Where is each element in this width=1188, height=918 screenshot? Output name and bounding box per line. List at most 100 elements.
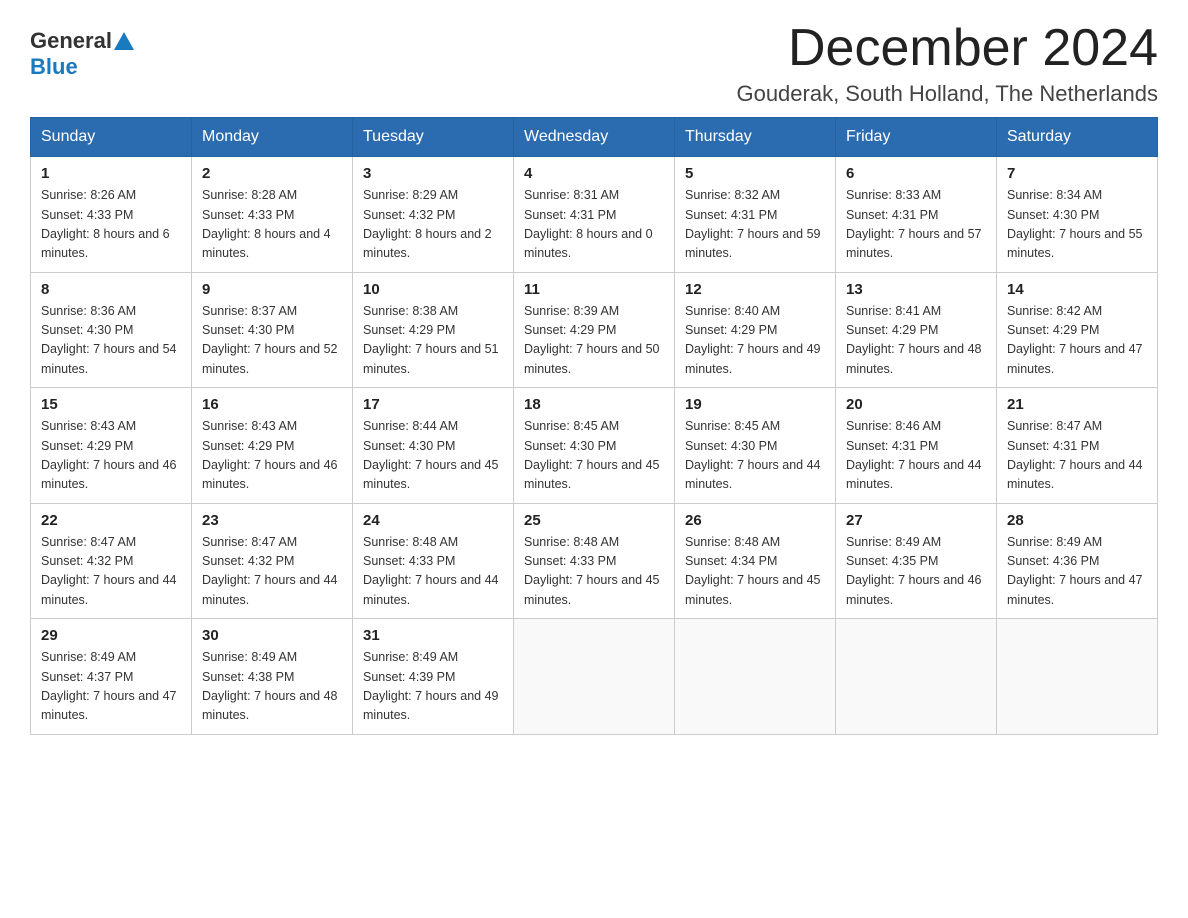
day-number: 16 [202, 396, 342, 413]
day-info: Sunrise: 8:43 AMSunset: 4:29 PMDaylight:… [202, 417, 342, 495]
week-row-1: 1 Sunrise: 8:26 AMSunset: 4:33 PMDaylight… [31, 157, 1158, 273]
title-area: December 2024 Gouderak, South Holland, T… [736, 20, 1158, 107]
calendar-cell: 19 Sunrise: 8:45 AMSunset: 4:30 PMDayligh… [675, 388, 836, 504]
calendar-cell: 28 Sunrise: 8:49 AMSunset: 4:36 PMDayligh… [997, 503, 1158, 619]
calendar-cell: 9 Sunrise: 8:37 AMSunset: 4:30 PMDaylight… [192, 272, 353, 388]
calendar-cell [997, 619, 1158, 735]
calendar-cell: 8Sunrise: 8:36 AMSunset: 4:30 PMDaylight… [31, 272, 192, 388]
day-info: Sunrise: 8:49 AMSunset: 4:38 PMDaylight:… [202, 648, 342, 726]
day-number: 13 [846, 281, 986, 298]
day-number: 7 [1007, 165, 1147, 182]
week-row-5: 29 Sunrise: 8:49 AMSunset: 4:37 PMDayligh… [31, 619, 1158, 735]
calendar-cell: 3 Sunrise: 8:29 AMSunset: 4:32 PMDaylight… [353, 157, 514, 273]
day-info: Sunrise: 8:34 AMSunset: 4:30 PMDaylight:… [1007, 186, 1147, 264]
day-info: Sunrise: 8:47 AMSunset: 4:31 PMDaylight:… [1007, 417, 1147, 495]
day-number: 18 [524, 396, 664, 413]
day-number: 2 [202, 165, 342, 182]
week-row-4: 22 Sunrise: 8:47 AMSunset: 4:32 PMDayligh… [31, 503, 1158, 619]
day-header-saturday: Saturday [997, 118, 1158, 157]
month-year-title: December 2024 [736, 20, 1158, 77]
day-number: 3 [363, 165, 503, 182]
day-number: 1 [41, 165, 181, 182]
day-info: Sunrise: 8:41 AMSunset: 4:29 PMDaylight:… [846, 302, 986, 380]
day-info: Sunrise: 8:29 AMSunset: 4:32 PMDaylight:… [363, 186, 503, 264]
calendar-cell: 14 Sunrise: 8:42 AMSunset: 4:29 PMDayligh… [997, 272, 1158, 388]
day-number: 22 [41, 512, 181, 529]
calendar-cell: 6 Sunrise: 8:33 AMSunset: 4:31 PMDaylight… [836, 157, 997, 273]
day-info: Sunrise: 8:49 AMSunset: 4:37 PMDaylight:… [41, 648, 181, 726]
calendar-cell: 23 Sunrise: 8:47 AMSunset: 4:32 PMDayligh… [192, 503, 353, 619]
day-info: Sunrise: 8:48 AMSunset: 4:34 PMDaylight:… [685, 533, 825, 611]
day-info: Sunrise: 8:31 AMSunset: 4:31 PMDaylight:… [524, 186, 664, 264]
day-info: Sunrise: 8:40 AMSunset: 4:29 PMDaylight:… [685, 302, 825, 380]
day-info: Sunrise: 8:37 AMSunset: 4:30 PMDaylight:… [202, 302, 342, 380]
day-header-monday: Monday [192, 118, 353, 157]
day-info: Sunrise: 8:33 AMSunset: 4:31 PMDaylight:… [846, 186, 986, 264]
day-info: Sunrise: 8:36 AMSunset: 4:30 PMDaylight:… [41, 302, 181, 380]
week-row-3: 15 Sunrise: 8:43 AMSunset: 4:29 PMDayligh… [31, 388, 1158, 504]
day-number: 12 [685, 281, 825, 298]
day-info: Sunrise: 8:32 AMSunset: 4:31 PMDaylight:… [685, 186, 825, 264]
day-number: 26 [685, 512, 825, 529]
calendar-cell: 16 Sunrise: 8:43 AMSunset: 4:29 PMDayligh… [192, 388, 353, 504]
calendar-cell: 25 Sunrise: 8:48 AMSunset: 4:33 PMDayligh… [514, 503, 675, 619]
calendar-cell: 7 Sunrise: 8:34 AMSunset: 4:30 PMDaylight… [997, 157, 1158, 273]
day-info: Sunrise: 8:26 AMSunset: 4:33 PMDaylight:… [41, 186, 181, 264]
days-header-row: SundayMondayTuesdayWednesdayThursdayFrid… [31, 118, 1158, 157]
day-info: Sunrise: 8:49 AMSunset: 4:36 PMDaylight:… [1007, 533, 1147, 611]
calendar-cell: 10Sunrise: 8:38 AMSunset: 4:29 PMDayligh… [353, 272, 514, 388]
day-info: Sunrise: 8:47 AMSunset: 4:32 PMDaylight:… [41, 533, 181, 611]
day-number: 29 [41, 627, 181, 644]
day-number: 9 [202, 281, 342, 298]
day-number: 5 [685, 165, 825, 182]
day-info: Sunrise: 8:48 AMSunset: 4:33 PMDaylight:… [524, 533, 664, 611]
day-number: 10 [363, 281, 503, 298]
calendar-cell: 26 Sunrise: 8:48 AMSunset: 4:34 PMDayligh… [675, 503, 836, 619]
day-number: 14 [1007, 281, 1147, 298]
logo: General Blue [30, 20, 136, 80]
calendar-cell: 11Sunrise: 8:39 AMSunset: 4:29 PMDayligh… [514, 272, 675, 388]
calendar-cell: 30 Sunrise: 8:49 AMSunset: 4:38 PMDayligh… [192, 619, 353, 735]
calendar-table: SundayMondayTuesdayWednesdayThursdayFrid… [30, 117, 1158, 735]
calendar-cell: 29 Sunrise: 8:49 AMSunset: 4:37 PMDayligh… [31, 619, 192, 735]
calendar-cell: 20Sunrise: 8:46 AMSunset: 4:31 PMDayligh… [836, 388, 997, 504]
day-info: Sunrise: 8:42 AMSunset: 4:29 PMDaylight:… [1007, 302, 1147, 380]
calendar-cell [836, 619, 997, 735]
day-header-thursday: Thursday [675, 118, 836, 157]
calendar-cell: 21 Sunrise: 8:47 AMSunset: 4:31 PMDayligh… [997, 388, 1158, 504]
day-info: Sunrise: 8:45 AMSunset: 4:30 PMDaylight:… [524, 417, 664, 495]
day-number: 20 [846, 396, 986, 413]
day-header-tuesday: Tuesday [353, 118, 514, 157]
calendar-cell: 31 Sunrise: 8:49 AMSunset: 4:39 PMDayligh… [353, 619, 514, 735]
day-number: 6 [846, 165, 986, 182]
calendar-cell: 22 Sunrise: 8:47 AMSunset: 4:32 PMDayligh… [31, 503, 192, 619]
day-header-sunday: Sunday [31, 118, 192, 157]
calendar-cell: 13 Sunrise: 8:41 AMSunset: 4:29 PMDayligh… [836, 272, 997, 388]
day-info: Sunrise: 8:47 AMSunset: 4:32 PMDaylight:… [202, 533, 342, 611]
day-number: 31 [363, 627, 503, 644]
day-number: 25 [524, 512, 664, 529]
day-info: Sunrise: 8:49 AMSunset: 4:39 PMDaylight:… [363, 648, 503, 726]
logo-blue-text: Blue [30, 54, 78, 80]
day-number: 30 [202, 627, 342, 644]
day-number: 15 [41, 396, 181, 413]
calendar-cell: 17Sunrise: 8:44 AMSunset: 4:30 PMDayligh… [353, 388, 514, 504]
calendar-cell: 15Sunrise: 8:43 AMSunset: 4:29 PMDayligh… [31, 388, 192, 504]
day-number: 21 [1007, 396, 1147, 413]
calendar-cell: 1 Sunrise: 8:26 AMSunset: 4:33 PMDaylight… [31, 157, 192, 273]
logo-general-text: General [30, 28, 112, 54]
day-number: 24 [363, 512, 503, 529]
page-header: General Blue December 2024 Gouderak, Sou… [30, 20, 1158, 107]
day-number: 19 [685, 396, 825, 413]
calendar-cell: 4 Sunrise: 8:31 AMSunset: 4:31 PMDaylight… [514, 157, 675, 273]
calendar-cell: 27Sunrise: 8:49 AMSunset: 4:35 PMDayligh… [836, 503, 997, 619]
day-number: 28 [1007, 512, 1147, 529]
day-info: Sunrise: 8:45 AMSunset: 4:30 PMDaylight:… [685, 417, 825, 495]
day-number: 4 [524, 165, 664, 182]
day-header-friday: Friday [836, 118, 997, 157]
day-number: 11 [524, 281, 664, 298]
day-number: 23 [202, 512, 342, 529]
calendar-cell [675, 619, 836, 735]
calendar-cell: 5 Sunrise: 8:32 AMSunset: 4:31 PMDaylight… [675, 157, 836, 273]
day-number: 27 [846, 512, 986, 529]
